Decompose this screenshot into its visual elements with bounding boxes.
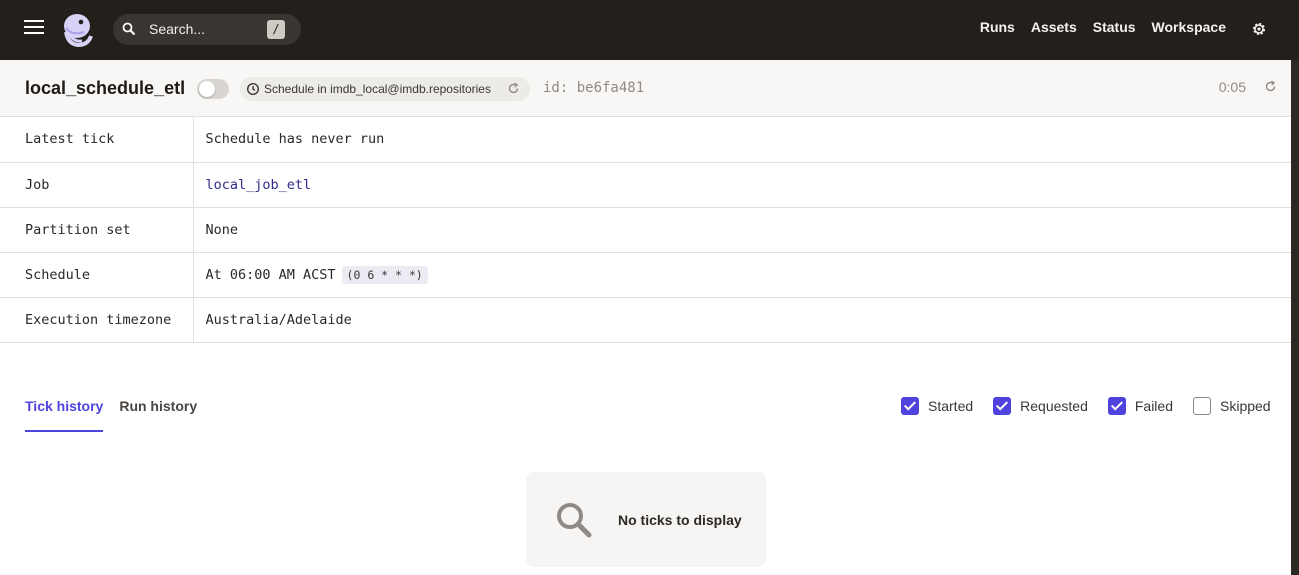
filter-label: Started	[928, 398, 974, 414]
filter-requested[interactable]: Requested	[993, 397, 1088, 415]
tick-status-filters: Started Requested Failed Skipped	[901, 397, 1271, 415]
table-row: Schedule At 06:00 AM ACST (0 6 * * *)	[0, 252, 1291, 298]
history-tabs: Tick history Run history	[25, 398, 197, 432]
schedule-header: local_schedule_etl Schedule in imdb_loca…	[0, 60, 1291, 117]
schedule-description: At 06:00 AM ACST	[205, 266, 336, 283]
tab-tick-history[interactable]: Tick history	[25, 398, 104, 432]
nav-links: Runs Assets Status Workspace	[980, 19, 1226, 35]
gear-icon[interactable]	[1251, 21, 1267, 37]
detail-value: local_job_etl	[193, 162, 1291, 208]
filter-started[interactable]: Started	[901, 397, 973, 415]
table-row: Partition set None	[0, 207, 1291, 253]
toggle-knob	[199, 81, 215, 97]
checkbox-skipped[interactable]	[1193, 397, 1211, 415]
filter-label: Requested	[1020, 398, 1088, 414]
window-edge	[1291, 60, 1299, 575]
detail-key: Schedule	[0, 252, 194, 298]
search-icon	[122, 22, 136, 36]
filter-label: Failed	[1134, 398, 1173, 414]
schedule-id: id: be6fa481	[543, 80, 645, 96]
nav-link-workspace[interactable]: Workspace	[1152, 19, 1226, 35]
tab-run-history[interactable]: Run history	[119, 398, 197, 432]
checkbox-started[interactable]	[901, 397, 919, 415]
table-row: Latest tick Schedule has never run	[0, 117, 1291, 163]
filter-failed[interactable]: Failed	[1107, 397, 1173, 415]
schedule-toggle[interactable]	[197, 79, 229, 99]
detail-key: Execution timezone	[0, 297, 194, 343]
schedule-details-table: Latest tick Schedule has never run Job l…	[0, 117, 1291, 343]
detail-value: At 06:00 AM ACST (0 6 * * *)	[193, 252, 1291, 298]
dagster-logo-icon[interactable]	[58, 10, 98, 50]
empty-state: No ticks to display	[526, 472, 766, 567]
schedule-page: local_schedule_etl Schedule in imdb_loca…	[0, 60, 1291, 575]
table-row: Execution timezone Australia/Adelaide	[0, 297, 1291, 343]
detail-key: Latest tick	[0, 117, 194, 163]
table-row: Job local_job_etl	[0, 162, 1291, 208]
filter-label: Skipped	[1220, 398, 1271, 414]
repository-tag: Schedule in imdb_local@imdb.repositories	[240, 77, 530, 101]
nav-link-status[interactable]: Status	[1093, 19, 1136, 35]
refresh-timer: 0:05	[1218, 79, 1246, 95]
detail-value: Schedule has never run	[193, 117, 1291, 163]
detail-key: Job	[0, 162, 194, 208]
menu-icon[interactable]	[24, 20, 44, 38]
detail-value: None	[193, 207, 1291, 253]
schedule-title: local_schedule_etl	[25, 78, 186, 98]
checkbox-requested[interactable]	[993, 397, 1012, 415]
repository-text: Schedule in imdb_local@imdb.repositories	[264, 82, 491, 96]
reload-icon[interactable]	[507, 82, 520, 95]
checkbox-failed[interactable]	[1107, 397, 1126, 415]
top-navigation: Search... / Runs Assets Status Workspace	[0, 0, 1299, 60]
nav-link-runs[interactable]: Runs	[980, 19, 1015, 35]
repository-link[interactable]: imdb_local@imdb.repositories	[330, 82, 491, 96]
nav-link-assets[interactable]: Assets	[1031, 19, 1077, 35]
detail-key: Partition set	[0, 207, 194, 253]
empty-message: No ticks to display	[618, 512, 742, 528]
clock-icon	[246, 82, 260, 96]
search-icon	[557, 503, 592, 538]
repository-prefix: Schedule in	[264, 82, 327, 96]
filter-skipped[interactable]: Skipped	[1193, 397, 1271, 415]
detail-value: Australia/Adelaide	[193, 297, 1291, 343]
cron-expression: (0 6 * * *)	[341, 265, 428, 284]
search-input[interactable]: Search... /	[113, 14, 301, 45]
search-placeholder: Search...	[149, 21, 206, 37]
refresh-icon[interactable]	[1264, 80, 1277, 93]
job-link[interactable]: local_job_etl	[206, 177, 312, 193]
search-shortcut-badge: /	[267, 20, 285, 39]
